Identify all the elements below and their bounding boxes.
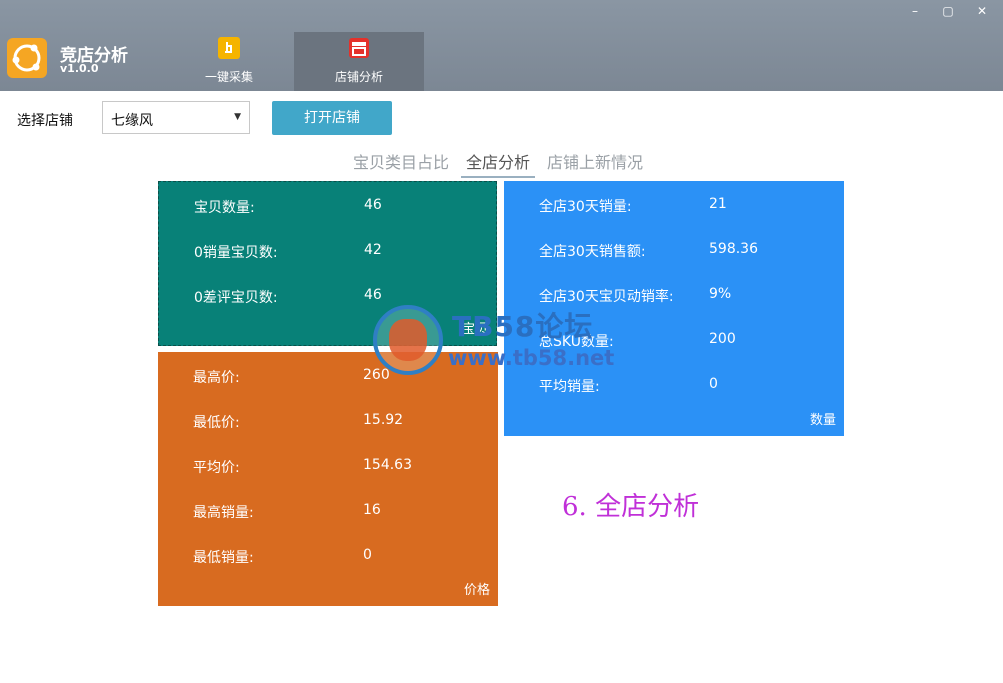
stat-row: 0销量宝贝数: 42 xyxy=(194,242,494,262)
stat-row: 最低价: 15.92 xyxy=(193,412,493,432)
minimize-button[interactable]: – xyxy=(905,3,925,19)
store-icon xyxy=(348,37,370,59)
app-version: v1.0.0 xyxy=(60,62,99,75)
stat-label: 宝贝数量: xyxy=(194,200,255,216)
stat-label: 最低价: xyxy=(193,415,240,431)
figure-caption: 6. 全店分析 xyxy=(562,492,700,522)
stat-row: 全店30天销量: 21 xyxy=(539,196,839,216)
stat-row: 全店30天宝贝动销率: 9% xyxy=(539,286,839,306)
dropdown-arrow-icon: ▼ xyxy=(234,112,241,122)
stat-value: 15.92 xyxy=(363,412,404,428)
watermark-logo-icon xyxy=(373,305,443,375)
watermark-title: TB58论坛 xyxy=(452,310,594,343)
subtab-store-analysis[interactable]: 全店分析 xyxy=(461,149,536,178)
stat-label: 平均销量: xyxy=(539,379,600,395)
tab-label: 店铺分析 xyxy=(334,70,383,84)
close-button[interactable]: ✕ xyxy=(972,3,992,19)
tab-one-click-collect[interactable]: 一键采集 xyxy=(164,32,294,91)
panel-caption: 价格 xyxy=(463,583,490,598)
subtab-category-share[interactable]: 宝贝类目占比 xyxy=(353,149,449,173)
stat-row: 平均销量: 0 xyxy=(539,376,839,396)
stat-value: 154.63 xyxy=(363,457,412,473)
stat-value: 0 xyxy=(709,376,718,392)
store-select-label: 选择店铺 xyxy=(17,113,73,129)
stat-label: 0差评宝贝数: xyxy=(194,290,278,306)
stat-value: 16 xyxy=(363,502,381,518)
stat-row: 最高价: 260 xyxy=(193,367,493,387)
stat-value: 260 xyxy=(363,367,390,383)
tab-label: 一键采集 xyxy=(204,70,253,84)
stat-label: 全店30天宝贝动销率: xyxy=(539,289,674,305)
stat-value: 598.36 xyxy=(709,241,758,257)
store-select-value: 七缘风 xyxy=(111,113,153,129)
stat-row: 全店30天销售额: 598.36 xyxy=(539,241,839,261)
stat-value: 42 xyxy=(364,242,382,258)
stat-row: 最高销量: 16 xyxy=(193,502,493,522)
stat-label: 0销量宝贝数: xyxy=(194,245,278,261)
stat-value: 0 xyxy=(363,547,372,563)
stat-label: 最高价: xyxy=(193,370,240,386)
tab-store-analysis[interactable]: 店铺分析 xyxy=(294,32,424,91)
stat-label: 平均价: xyxy=(193,460,240,476)
stat-label: 全店30天销量: xyxy=(539,199,632,215)
pointer-hand-icon xyxy=(218,37,240,59)
app-logo-icon xyxy=(7,38,47,78)
stat-row: 平均价: 154.63 xyxy=(193,457,493,477)
watermark-url: www.tb58.net xyxy=(448,346,615,370)
stat-row: 宝贝数量: 46 xyxy=(194,197,494,217)
subtab-new-listings[interactable]: 店铺上新情况 xyxy=(547,149,643,173)
stat-value: 46 xyxy=(364,197,382,213)
stat-value: 46 xyxy=(364,287,382,303)
price-panel: 最高价: 260 最低价: 15.92 平均价: 154.63 最高销量: 16… xyxy=(158,352,498,606)
stat-value: 9% xyxy=(709,286,732,302)
store-select[interactable]: 七缘风 ▼ xyxy=(102,101,250,134)
items-panel: 宝贝数量: 46 0销量宝贝数: 42 0差评宝贝数: 46 宝贝 xyxy=(158,181,497,346)
stat-value: 200 xyxy=(709,331,736,347)
stat-row: 最低销量: 0 xyxy=(193,547,493,567)
maximize-button[interactable]: ▢ xyxy=(938,3,958,19)
stat-label: 最高销量: xyxy=(193,505,254,521)
stat-row: 0差评宝贝数: 46 xyxy=(194,287,494,307)
panel-caption: 数量 xyxy=(809,413,836,428)
hand-icon xyxy=(389,319,427,361)
stat-value: 21 xyxy=(709,196,727,212)
open-store-button[interactable]: 打开店铺 xyxy=(272,101,392,135)
stat-label: 最低销量: xyxy=(193,550,254,566)
stat-label: 全店30天销售额: xyxy=(539,244,646,260)
title-bar: 竞店分析 v1.0.0 一键采集 店铺分析 – ▢ ✕ xyxy=(0,0,1003,91)
